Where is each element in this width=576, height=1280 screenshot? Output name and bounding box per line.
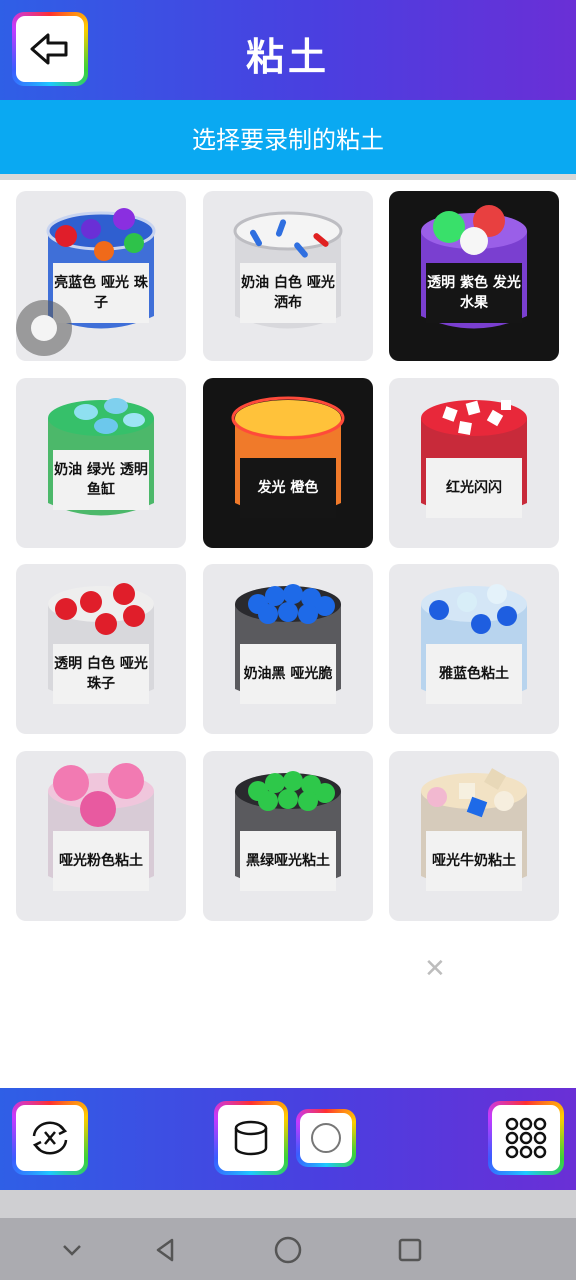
clay-card[interactable]: 奶油黑 哑光脆 <box>203 564 373 734</box>
clay-label: 透明 白色 哑光 珠子 <box>54 656 148 692</box>
clay-card[interactable]: 黑绿哑光粘土 <box>203 751 373 921</box>
floating-assistive-button[interactable] <box>16 300 72 356</box>
clay-select-button[interactable] <box>214 1101 288 1175</box>
recents-icon <box>398 1238 422 1262</box>
collapse-icon <box>63 1245 81 1256</box>
clay-label: 奶油黑 哑光脆 <box>243 666 333 682</box>
clay-label: 哑光粉色粘土 <box>59 853 143 869</box>
gesture-strip <box>0 1190 576 1218</box>
clay-label: 雅蓝色粘土 <box>439 666 509 682</box>
cylinder-icon <box>234 1120 268 1156</box>
clay-label: 红光闪闪 <box>446 480 502 496</box>
clay-label: 哑光牛奶粘土 <box>432 853 516 869</box>
clay-card[interactable]: 奶油 绿光 透明 鱼缸 <box>16 378 186 548</box>
page-title: 粘土 <box>245 35 330 79</box>
clay-label: 奶油 白色 哑光 洒布 <box>241 275 335 311</box>
nav-back-button[interactable] <box>144 1228 188 1272</box>
clay-card[interactable]: 发光 橙色 <box>203 378 373 548</box>
back-icon <box>156 1238 174 1262</box>
nav-recents-button[interactable] <box>388 1228 432 1272</box>
clay-label: 黑绿哑光粘土 <box>246 853 330 869</box>
nav-home-button[interactable] <box>266 1228 310 1272</box>
collapse-button[interactable] <box>50 1228 94 1272</box>
home-icon <box>274 1236 302 1264</box>
clay-card[interactable]: 雅蓝色粘土 <box>389 564 559 734</box>
record-button[interactable] <box>296 1109 356 1167</box>
close-icon[interactable]: ✕ <box>424 954 446 984</box>
clay-card[interactable]: 透明 白色 哑光 珠子 <box>16 564 186 734</box>
clay-label: 奶油 绿光 透明 鱼缸 <box>54 462 148 498</box>
clay-card[interactable]: 哑光牛奶粘土 <box>389 751 559 921</box>
clay-label: 透明 紫色 发光 水果 <box>427 275 521 311</box>
clay-card[interactable]: 哑光粉色粘土 <box>16 751 186 921</box>
grid-icon <box>505 1117 547 1159</box>
assistive-dot-icon <box>31 315 57 341</box>
clay-card[interactable]: 红光闪闪 <box>389 378 559 548</box>
subheader-text: 选择要录制的粘土 <box>192 125 384 154</box>
switch-camera-icon <box>32 1121 68 1155</box>
clay-card[interactable]: 透明 紫色 发光 水果 <box>389 191 559 361</box>
clay-card[interactable]: 奶油 白色 哑光 洒布 <box>203 191 373 361</box>
circle-icon <box>311 1123 341 1153</box>
divider <box>0 174 576 180</box>
switch-camera-button[interactable] <box>12 1101 88 1175</box>
subheader: 选择要录制的粘土 <box>0 100 576 174</box>
clay-label: 发光 橙色 <box>257 480 319 496</box>
grid-menu-button[interactable] <box>488 1101 564 1175</box>
